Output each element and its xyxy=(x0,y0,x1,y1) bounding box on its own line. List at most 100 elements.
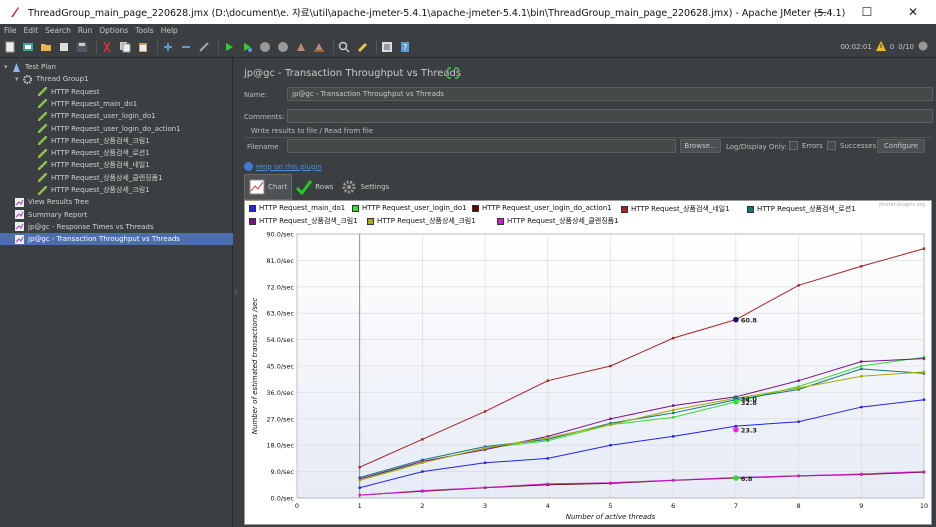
data-point xyxy=(483,410,487,413)
tree-item[interactable]: HTTP Request_상품상세_크림1 xyxy=(0,184,150,196)
sampler-icon xyxy=(38,173,47,183)
status-area: 00:02:01 0 0/10 xyxy=(840,36,928,58)
data-point xyxy=(860,375,863,378)
tree-item[interactable]: HTTP Request_상품검색_로션1 xyxy=(0,147,150,159)
tree-item[interactable]: jp@gc - Response Times vs Threads xyxy=(0,221,154,233)
filename-field[interactable] xyxy=(287,139,676,153)
tree-item[interactable]: ▾ Test Plan xyxy=(0,61,56,73)
configure-button[interactable]: Configure xyxy=(877,139,925,153)
menu-search[interactable]: Search xyxy=(45,26,71,35)
test-plan-icon xyxy=(12,62,21,72)
menu-options[interactable]: Options xyxy=(99,26,128,35)
annotation-label: 23.3 xyxy=(741,427,757,435)
start-no-pauses-icon[interactable] xyxy=(240,40,254,54)
thread-group-icon xyxy=(23,74,32,84)
tab-settings[interactable]: Settings xyxy=(337,174,393,200)
listener-icon xyxy=(15,234,24,244)
legend-label: HTTP Request_상품상세_클렌징폼1 xyxy=(507,217,619,225)
tree-item[interactable]: HTTP Request_상품검색_크림1 xyxy=(0,135,150,147)
menu-edit[interactable]: Edit xyxy=(24,26,39,35)
y-tick-label: 54.0/sec xyxy=(266,336,294,344)
data-point xyxy=(672,408,675,412)
menu-tools[interactable]: Tools xyxy=(135,26,153,35)
tab-chart[interactable]: Chart xyxy=(244,174,293,200)
minimize-button[interactable]: — xyxy=(798,0,844,24)
paste-icon[interactable] xyxy=(136,40,150,54)
tree-item[interactable]: HTTP Request_user_login_do_action1 xyxy=(0,123,181,135)
close-file-icon[interactable] xyxy=(57,40,71,54)
data-point xyxy=(922,247,926,250)
name-field[interactable]: jp@gc - Transaction Throughput vs Thread… xyxy=(287,87,933,101)
errors-label: Errors xyxy=(802,142,823,150)
tree-toggle-icon[interactable]: ▾ xyxy=(15,75,23,83)
legend-item: HTTP Request_상품검색_로션1 xyxy=(747,204,856,214)
tree-item[interactable]: HTTP Request_main_do1 xyxy=(0,98,137,110)
help-link[interactable]: Help on this plugin xyxy=(256,163,322,171)
new-icon[interactable] xyxy=(3,40,17,54)
save-icon[interactable] xyxy=(75,40,89,54)
x-tick-label: 8 xyxy=(797,502,801,510)
tree-item[interactable]: ▾ Thread Group1 xyxy=(0,73,88,85)
successes-checkbox[interactable] xyxy=(827,141,836,150)
shutdown-icon[interactable] xyxy=(276,40,290,54)
annotation-marker xyxy=(733,316,739,323)
clear-all-icon[interactable] xyxy=(312,40,326,54)
data-point xyxy=(860,265,863,268)
menu-help[interactable]: Help xyxy=(161,26,178,35)
toggle-icon[interactable] xyxy=(197,40,211,54)
tree-item[interactable]: View Results Tree xyxy=(0,196,89,208)
main-toolbar: ? xyxy=(0,36,936,58)
warning-icon[interactable] xyxy=(875,41,886,53)
checkmark-icon xyxy=(296,179,313,196)
menu-bar: File Edit Search Run Options Tools Help xyxy=(0,24,936,36)
window-controls: — ☐ ✕ xyxy=(798,0,936,24)
menu-run[interactable]: Run xyxy=(78,26,92,35)
templates-icon[interactable] xyxy=(21,40,35,54)
tree-item[interactable]: HTTP Request xyxy=(0,86,100,98)
cut-icon[interactable] xyxy=(100,40,114,54)
legend-item: HTTP Request_상품상세_클렌징폼1 xyxy=(497,216,619,226)
tree-item-label: HTTP Request_main_do1 xyxy=(51,99,138,108)
sampler-icon xyxy=(38,185,47,195)
comments-field[interactable] xyxy=(287,109,933,123)
y-tick-label: 72.0/sec xyxy=(266,283,294,291)
maximize-panel-icon[interactable] xyxy=(447,67,459,79)
chart-panel: jmeter-plugins.org HTTP Request_main_do1… xyxy=(244,200,932,525)
function-helper-icon[interactable] xyxy=(380,40,394,54)
open-icon[interactable] xyxy=(39,40,53,54)
tree-item[interactable]: HTTP Request_상품상세_클렌징폼1 xyxy=(0,172,163,184)
collapse-icon[interactable] xyxy=(179,40,193,54)
window-title: ThreadGroup_main_page_220628.jmx (D:\doc… xyxy=(28,8,846,19)
tree-item[interactable]: HTTP Request_상품검색_네일1 xyxy=(0,159,150,171)
sampler-icon xyxy=(38,136,47,146)
sampler-icon xyxy=(38,160,47,170)
maximize-button[interactable]: ☐ xyxy=(844,0,890,24)
data-point xyxy=(546,436,549,440)
stop-icon[interactable] xyxy=(258,40,272,54)
data-point xyxy=(358,466,361,469)
tab-rows[interactable]: Rows xyxy=(292,174,337,200)
data-point xyxy=(358,479,361,482)
tree-item[interactable]: jp@gc - Transaction Throughput vs Thread… xyxy=(0,233,233,246)
page-title: jp@gc - Transaction Throughput vs Thread… xyxy=(244,68,462,79)
filename-label: Filename xyxy=(247,143,279,151)
reset-search-icon[interactable] xyxy=(355,40,369,54)
copy-icon[interactable] xyxy=(118,40,132,54)
search-icon[interactable] xyxy=(337,40,351,54)
start-icon[interactable] xyxy=(222,40,236,54)
menu-file[interactable]: File xyxy=(4,26,17,35)
data-point xyxy=(797,474,800,477)
errors-checkbox[interactable] xyxy=(789,141,798,150)
tree-item[interactable]: Summary Report xyxy=(0,209,87,221)
legend-swatch xyxy=(249,204,256,212)
tree-toggle-icon[interactable]: ▾ xyxy=(4,63,12,71)
annotation-marker xyxy=(733,475,739,481)
tree-item[interactable]: HTTP Request_user_login_do1 xyxy=(0,110,156,122)
close-button[interactable]: ✕ xyxy=(890,0,936,24)
listener-icon xyxy=(15,222,24,232)
browse-button[interactable]: Browse... xyxy=(680,139,721,153)
help-icon[interactable]: ? xyxy=(398,40,412,54)
clear-icon[interactable] xyxy=(294,40,308,54)
x-tick-label: 4 xyxy=(546,502,550,510)
expand-icon[interactable] xyxy=(161,40,175,54)
